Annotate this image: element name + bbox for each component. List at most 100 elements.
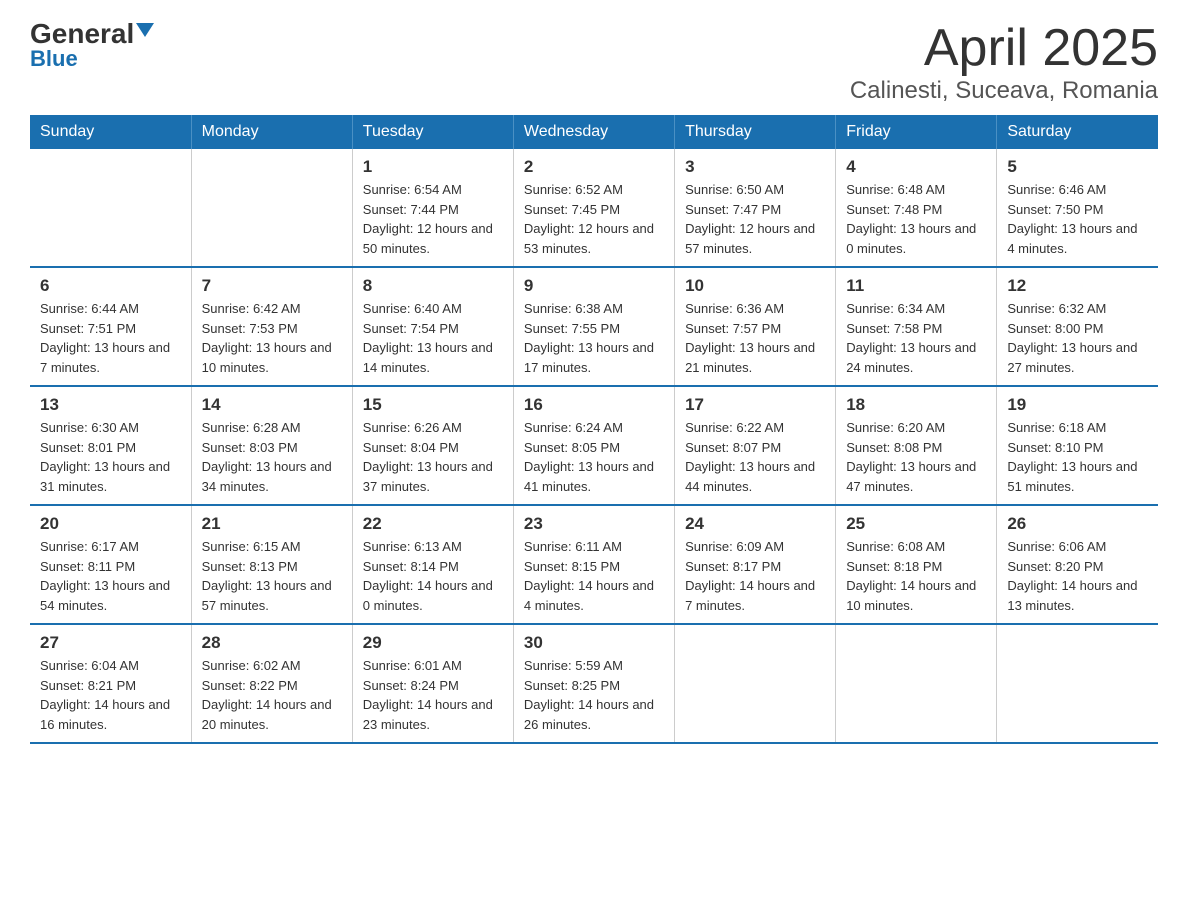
day-number: 18 bbox=[846, 395, 986, 415]
calendar-cell: 19 Sunrise: 6:18 AMSunset: 8:10 PMDayligh… bbox=[997, 386, 1158, 505]
logo-general: General bbox=[30, 20, 134, 48]
day-number: 19 bbox=[1007, 395, 1148, 415]
calendar-cell: 24Sunrise: 6:09 AMSunset: 8:17 PMDayligh… bbox=[675, 505, 836, 624]
calendar-cell: 14 Sunrise: 6:28 AMSunset: 8:03 PMDayligh… bbox=[191, 386, 352, 505]
day-info: Sunrise: 6:13 AMSunset: 8:14 PMDaylight:… bbox=[363, 537, 503, 615]
calendar-header: SundayMondayTuesdayWednesdayThursdayFrid… bbox=[30, 115, 1158, 149]
calendar-week-row: 6 Sunrise: 6:44 AMSunset: 7:51 PMDaylight… bbox=[30, 267, 1158, 386]
weekday-header-row: SundayMondayTuesdayWednesdayThursdayFrid… bbox=[30, 115, 1158, 149]
day-info: Sunrise: 6:52 AMSunset: 7:45 PMDaylight:… bbox=[524, 180, 664, 258]
weekday-header-thursday: Thursday bbox=[675, 115, 836, 149]
calendar-cell: 17Sunrise: 6:22 AMSunset: 8:07 PMDayligh… bbox=[675, 386, 836, 505]
calendar-cell: 15Sunrise: 6:26 AMSunset: 8:04 PMDayligh… bbox=[352, 386, 513, 505]
day-number: 14 bbox=[202, 395, 342, 415]
day-number: 2 bbox=[524, 157, 664, 177]
title-block: April 2025 Calinesti, Suceava, Romania bbox=[850, 20, 1158, 105]
day-info: Sunrise: 6:20 AMSunset: 8:08 PMDaylight:… bbox=[846, 418, 986, 496]
day-number: 10 bbox=[685, 276, 825, 296]
day-info: Sunrise: 6:18 AMSunset: 8:10 PMDaylight:… bbox=[1007, 418, 1148, 496]
calendar-week-row: 13Sunrise: 6:30 AMSunset: 8:01 PMDayligh… bbox=[30, 386, 1158, 505]
day-number: 27 bbox=[40, 633, 181, 653]
day-number: 29 bbox=[363, 633, 503, 653]
logo: General Blue bbox=[30, 20, 154, 72]
calendar-cell: 2 Sunrise: 6:52 AMSunset: 7:45 PMDaylight… bbox=[513, 149, 674, 267]
day-info: Sunrise: 6:28 AMSunset: 8:03 PMDaylight:… bbox=[202, 418, 342, 496]
day-number: 5 bbox=[1007, 157, 1148, 177]
day-number: 22 bbox=[363, 514, 503, 534]
day-info: Sunrise: 6:42 AMSunset: 7:53 PMDaylight:… bbox=[202, 299, 342, 377]
calendar-cell: 28 Sunrise: 6:02 AMSunset: 8:22 PMDayligh… bbox=[191, 624, 352, 743]
day-number: 25 bbox=[846, 514, 986, 534]
calendar-cell: 27 Sunrise: 6:04 AMSunset: 8:21 PMDayligh… bbox=[30, 624, 191, 743]
calendar-cell: 1 Sunrise: 6:54 AMSunset: 7:44 PMDaylight… bbox=[352, 149, 513, 267]
day-info: Sunrise: 6:32 AMSunset: 8:00 PMDaylight:… bbox=[1007, 299, 1148, 377]
calendar-cell: 21 Sunrise: 6:15 AMSunset: 8:13 PMDayligh… bbox=[191, 505, 352, 624]
calendar-cell: 29 Sunrise: 6:01 AMSunset: 8:24 PMDayligh… bbox=[352, 624, 513, 743]
weekday-header-tuesday: Tuesday bbox=[352, 115, 513, 149]
calendar-cell: 30Sunrise: 5:59 AMSunset: 8:25 PMDayligh… bbox=[513, 624, 674, 743]
day-info: Sunrise: 6:15 AMSunset: 8:13 PMDaylight:… bbox=[202, 537, 342, 615]
calendar-cell: 3 Sunrise: 6:50 AMSunset: 7:47 PMDaylight… bbox=[675, 149, 836, 267]
header: General Blue April 2025 Calinesti, Sucea… bbox=[30, 20, 1158, 105]
weekday-header-saturday: Saturday bbox=[997, 115, 1158, 149]
weekday-header-monday: Monday bbox=[191, 115, 352, 149]
day-number: 26 bbox=[1007, 514, 1148, 534]
weekday-header-sunday: Sunday bbox=[30, 115, 191, 149]
day-info: Sunrise: 6:48 AMSunset: 7:48 PMDaylight:… bbox=[846, 180, 986, 258]
calendar-cell bbox=[30, 149, 191, 267]
day-info: Sunrise: 6:08 AMSunset: 8:18 PMDaylight:… bbox=[846, 537, 986, 615]
calendar-cell: 6 Sunrise: 6:44 AMSunset: 7:51 PMDaylight… bbox=[30, 267, 191, 386]
day-number: 13 bbox=[40, 395, 181, 415]
calendar-cell bbox=[836, 624, 997, 743]
day-number: 30 bbox=[524, 633, 664, 653]
calendar-cell: 23Sunrise: 6:11 AMSunset: 8:15 PMDayligh… bbox=[513, 505, 674, 624]
day-number: 20 bbox=[40, 514, 181, 534]
weekday-header-friday: Friday bbox=[836, 115, 997, 149]
calendar-cell: 8Sunrise: 6:40 AMSunset: 7:54 PMDaylight… bbox=[352, 267, 513, 386]
day-number: 6 bbox=[40, 276, 181, 296]
calendar-cell: 16 Sunrise: 6:24 AMSunset: 8:05 PMDayligh… bbox=[513, 386, 674, 505]
day-number: 4 bbox=[846, 157, 986, 177]
calendar-cell: 26Sunrise: 6:06 AMSunset: 8:20 PMDayligh… bbox=[997, 505, 1158, 624]
day-number: 21 bbox=[202, 514, 342, 534]
day-info: Sunrise: 6:38 AMSunset: 7:55 PMDaylight:… bbox=[524, 299, 664, 377]
calendar-week-row: 1 Sunrise: 6:54 AMSunset: 7:44 PMDaylight… bbox=[30, 149, 1158, 267]
calendar-cell: 18 Sunrise: 6:20 AMSunset: 8:08 PMDayligh… bbox=[836, 386, 997, 505]
calendar-table: SundayMondayTuesdayWednesdayThursdayFrid… bbox=[30, 115, 1158, 744]
calendar-week-row: 20 Sunrise: 6:17 AMSunset: 8:11 PMDayligh… bbox=[30, 505, 1158, 624]
page-subtitle: Calinesti, Suceava, Romania bbox=[850, 77, 1158, 105]
day-number: 23 bbox=[524, 514, 664, 534]
weekday-header-wednesday: Wednesday bbox=[513, 115, 674, 149]
day-number: 3 bbox=[685, 157, 825, 177]
calendar-body: 1 Sunrise: 6:54 AMSunset: 7:44 PMDaylight… bbox=[30, 149, 1158, 743]
calendar-cell bbox=[675, 624, 836, 743]
day-number: 12 bbox=[1007, 276, 1148, 296]
day-number: 24 bbox=[685, 514, 825, 534]
calendar-cell: 5 Sunrise: 6:46 AMSunset: 7:50 PMDaylight… bbox=[997, 149, 1158, 267]
day-info: Sunrise: 6:40 AMSunset: 7:54 PMDaylight:… bbox=[363, 299, 503, 377]
day-info: Sunrise: 6:17 AMSunset: 8:11 PMDaylight:… bbox=[40, 537, 181, 615]
day-number: 28 bbox=[202, 633, 342, 653]
day-info: Sunrise: 6:46 AMSunset: 7:50 PMDaylight:… bbox=[1007, 180, 1148, 258]
day-number: 9 bbox=[524, 276, 664, 296]
day-number: 16 bbox=[524, 395, 664, 415]
day-number: 7 bbox=[202, 276, 342, 296]
day-number: 1 bbox=[363, 157, 503, 177]
calendar-cell: 4 Sunrise: 6:48 AMSunset: 7:48 PMDaylight… bbox=[836, 149, 997, 267]
day-info: Sunrise: 6:02 AMSunset: 8:22 PMDaylight:… bbox=[202, 656, 342, 734]
day-info: Sunrise: 6:01 AMSunset: 8:24 PMDaylight:… bbox=[363, 656, 503, 734]
calendar-cell: 11Sunrise: 6:34 AMSunset: 7:58 PMDayligh… bbox=[836, 267, 997, 386]
day-info: Sunrise: 6:44 AMSunset: 7:51 PMDaylight:… bbox=[40, 299, 181, 377]
day-info: Sunrise: 6:50 AMSunset: 7:47 PMDaylight:… bbox=[685, 180, 825, 258]
day-info: Sunrise: 6:24 AMSunset: 8:05 PMDaylight:… bbox=[524, 418, 664, 496]
logo-triangle-icon bbox=[136, 23, 154, 37]
day-info: Sunrise: 6:36 AMSunset: 7:57 PMDaylight:… bbox=[685, 299, 825, 377]
day-info: Sunrise: 6:26 AMSunset: 8:04 PMDaylight:… bbox=[363, 418, 503, 496]
calendar-cell: 7 Sunrise: 6:42 AMSunset: 7:53 PMDaylight… bbox=[191, 267, 352, 386]
day-number: 11 bbox=[846, 276, 986, 296]
page-title: April 2025 bbox=[850, 20, 1158, 77]
day-info: Sunrise: 6:04 AMSunset: 8:21 PMDaylight:… bbox=[40, 656, 181, 734]
calendar-cell: 9 Sunrise: 6:38 AMSunset: 7:55 PMDaylight… bbox=[513, 267, 674, 386]
day-info: Sunrise: 6:22 AMSunset: 8:07 PMDaylight:… bbox=[685, 418, 825, 496]
day-info: Sunrise: 6:54 AMSunset: 7:44 PMDaylight:… bbox=[363, 180, 503, 258]
